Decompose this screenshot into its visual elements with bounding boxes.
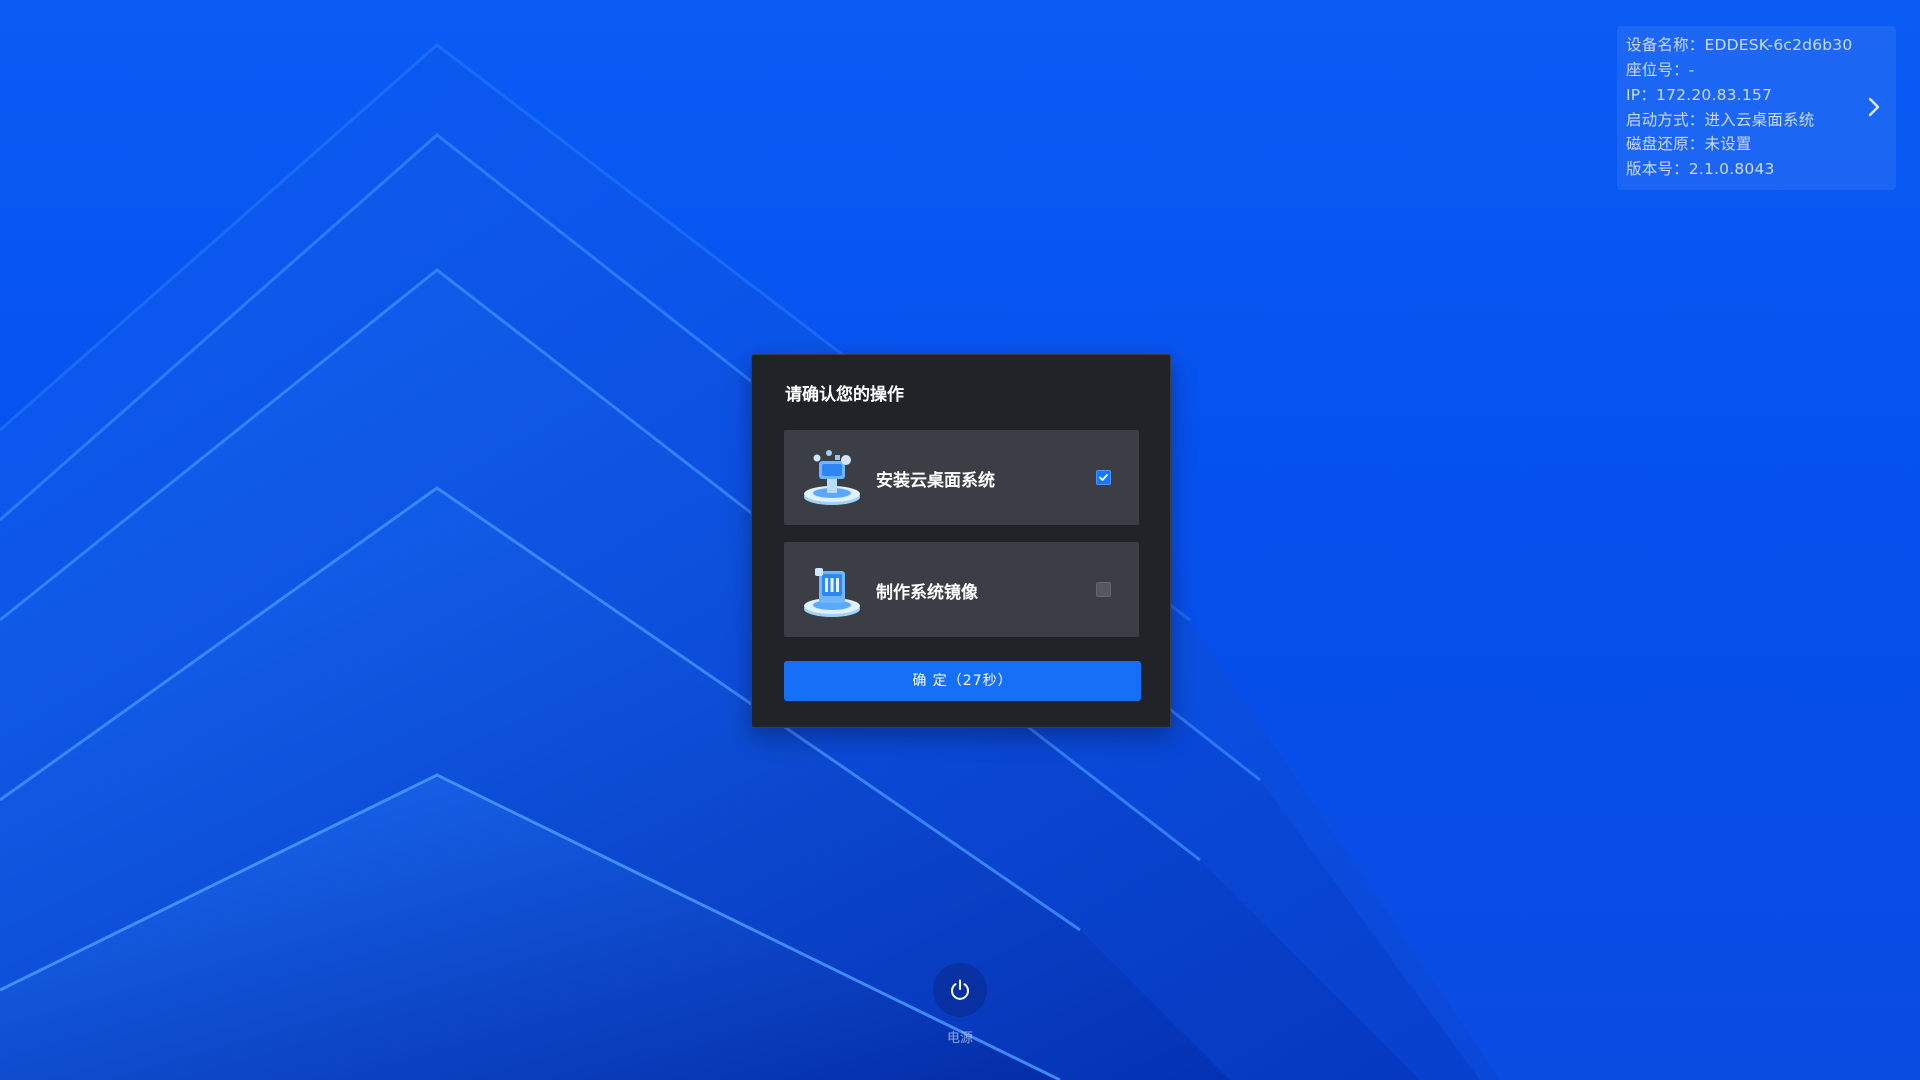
confirm-button[interactable]: 确 定（27秒） [784, 661, 1141, 701]
version-text: 版本号：2.1.0.8043 [1626, 160, 1775, 178]
system-image-icon [801, 559, 863, 621]
install-desktop-icon [801, 447, 863, 509]
boot-mode-text: 启动方式：进入云桌面系统 [1626, 111, 1815, 129]
desktop-background: 设备名称：EDDESK-6c2d6b30 座位号：- IP：172.20.83.… [0, 0, 1920, 1080]
power-icon [951, 979, 969, 1000]
device-name-text: 设备名称：EDDESK-6c2d6b30 [1626, 36, 1853, 54]
power-button[interactable] [933, 963, 987, 1017]
chevron-right-icon[interactable] [1861, 94, 1887, 120]
seat-number-text: 座位号：- [1626, 61, 1695, 79]
install-checkbox[interactable] [1096, 470, 1111, 485]
option-label-install: 安装云桌面系统 [876, 471, 995, 491]
power-label: 电源 [946, 1031, 973, 1046]
option-system-image[interactable]: 制作系统镜像 [784, 542, 1139, 637]
disk-restore-text: 磁盘还原：未设置 [1626, 135, 1752, 153]
image-checkbox[interactable] [1096, 582, 1111, 597]
confirm-dialog: 请确认您的操作 安装云桌面系统 制作系统镜像 确 定（27秒） [751, 354, 1171, 728]
device-info-panel: 设备名称：EDDESK-6c2d6b30 座位号：- IP：172.20.83.… [1617, 26, 1896, 190]
ip-address-text: IP：172.20.83.157 [1626, 86, 1773, 104]
option-label-image: 制作系统镜像 [876, 583, 978, 603]
option-install-desktop[interactable]: 安装云桌面系统 [784, 430, 1139, 525]
dialog-title: 请确认您的操作 [785, 385, 904, 405]
